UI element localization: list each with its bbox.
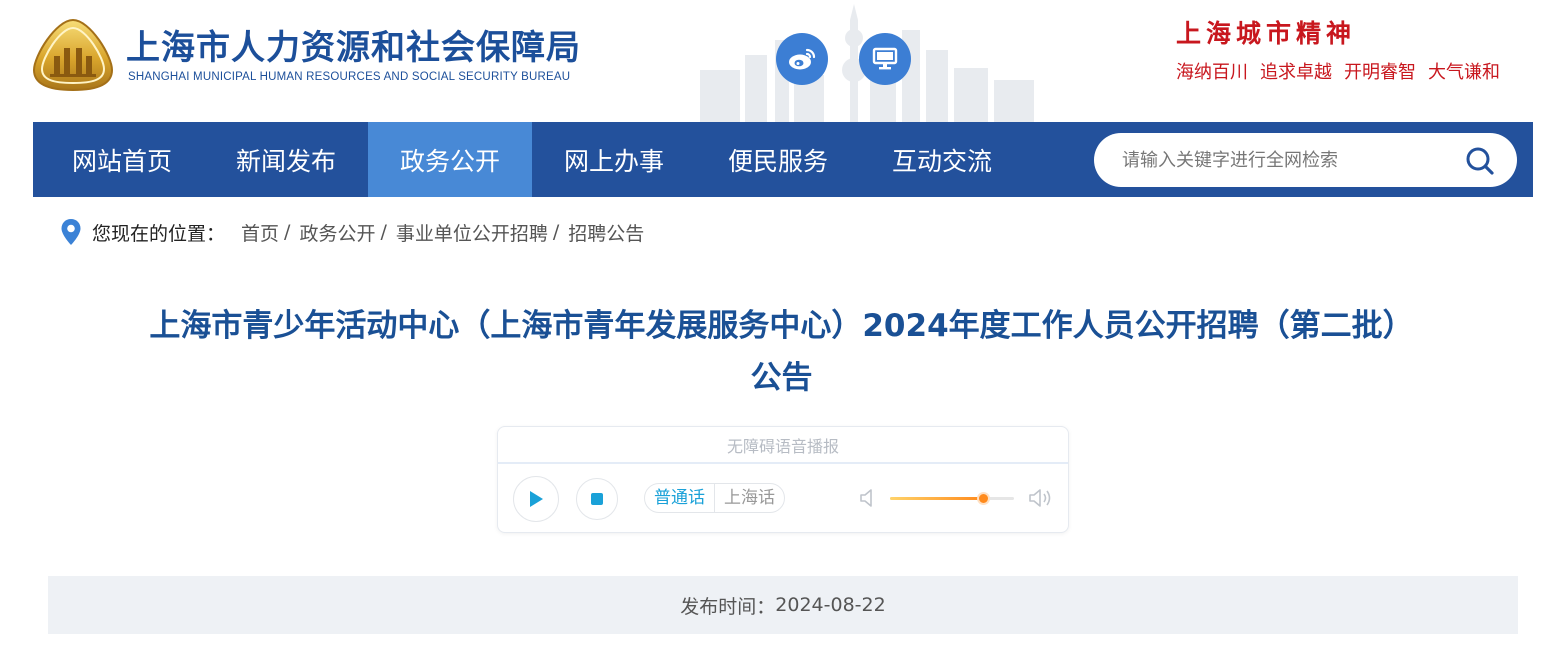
city-spirit-words: 海纳百川 追求卓越 开明睿智 大气谦和 (1176, 58, 1512, 84)
breadcrumb-label: 您现在的位置： (92, 222, 226, 245)
play-button[interactable] (513, 476, 559, 522)
publish-info-bar: 发布时间： 2024-08-22 (48, 576, 1518, 634)
accessibility-audio-player: 无障碍语音播报 普通话 上海话 (497, 426, 1069, 533)
spirit-word: 大气谦和 (1428, 62, 1500, 83)
location-pin-icon (61, 219, 81, 245)
dialect-shanghainese[interactable]: 上海话 (714, 484, 784, 512)
nav-item-interaction[interactable]: 互动交流 (860, 122, 1024, 197)
breadcrumb: 您现在的位置： 首页 / 政务公开 / 事业单位公开招聘 / 招聘公告 (60, 216, 644, 248)
breadcrumb-announcement[interactable]: 招聘公告 (568, 219, 644, 246)
article-title: 上海市青少年活动中心（上海市青年发展服务中心）2024年度工作人员公开招聘（第二… (40, 300, 1523, 404)
breadcrumb-separator: / (284, 221, 291, 243)
screen-button[interactable] (859, 33, 911, 85)
breadcrumb-gov-affairs[interactable]: 政务公开 (299, 219, 375, 246)
site-header: 上海市人力资源和社会保障局 SHANGHAI MUNICIPAL HUMAN R… (0, 0, 1563, 122)
org-name[interactable]: 上海市人力资源和社会保障局 (126, 20, 581, 69)
breadcrumb-home[interactable]: 首页 (241, 219, 279, 246)
player-label: 无障碍语音播报 (726, 437, 839, 456)
search-input[interactable] (1122, 133, 1452, 187)
player-progress-track[interactable] (498, 462, 1068, 464)
screen-icon (872, 47, 898, 70)
publish-date: 2024-08-22 (775, 594, 886, 616)
article-title-line: 公告 (750, 360, 813, 396)
volume-slider[interactable] (890, 492, 1014, 505)
dialect-mandarin[interactable]: 普通话 (645, 484, 714, 512)
breadcrumb-separator: / (552, 221, 560, 243)
publish-label: 发布时间： (680, 595, 776, 618)
article-title-line: 上海市青少年活动中心（上海市青年发展服务中心）2024年度工作人员公开招聘（第二… (149, 308, 1414, 344)
main-nav: 网站首页 新闻发布 政务公开 网上办事 便民服务 互动交流 (33, 122, 1533, 197)
stop-button[interactable] (576, 478, 618, 520)
nav-item-news[interactable]: 新闻发布 (204, 122, 368, 197)
dialect-switch: 普通话 上海话 (644, 483, 785, 513)
nav-item-home[interactable]: 网站首页 (40, 122, 204, 197)
weibo-button[interactable] (776, 33, 828, 85)
breadcrumb-separator: / (380, 221, 387, 243)
search-icon[interactable] (1465, 146, 1495, 176)
bureau-emblem-icon[interactable] (32, 18, 114, 92)
city-spirit-title: 上海城市精神 (1176, 19, 1357, 48)
page: 上海市人力资源和社会保障局 SHANGHAI MUNICIPAL HUMAN R… (0, 0, 1563, 646)
volume-low-icon[interactable] (859, 487, 877, 509)
play-icon (530, 491, 543, 507)
breadcrumb-recruitment[interactable]: 事业单位公开招聘 (396, 219, 548, 246)
stop-icon (591, 493, 603, 505)
spirit-word: 海纳百川 (1176, 62, 1248, 83)
spirit-word: 开明睿智 (1344, 62, 1416, 83)
weibo-icon (789, 48, 816, 70)
nav-item-public-services[interactable]: 便民服务 (696, 122, 860, 197)
volume-slider-knob[interactable] (976, 492, 990, 505)
nav-item-gov-affairs[interactable]: 政务公开 (368, 122, 532, 197)
spirit-word: 追求卓越 (1260, 62, 1332, 83)
search-box (1094, 133, 1517, 187)
volume-slider-fill (890, 497, 983, 500)
nav-item-online-services[interactable]: 网上办事 (532, 122, 696, 197)
org-name-en: SHANGHAI MUNICIPAL HUMAN RESOURCES AND S… (128, 71, 571, 83)
volume-high-icon[interactable] (1028, 487, 1054, 509)
